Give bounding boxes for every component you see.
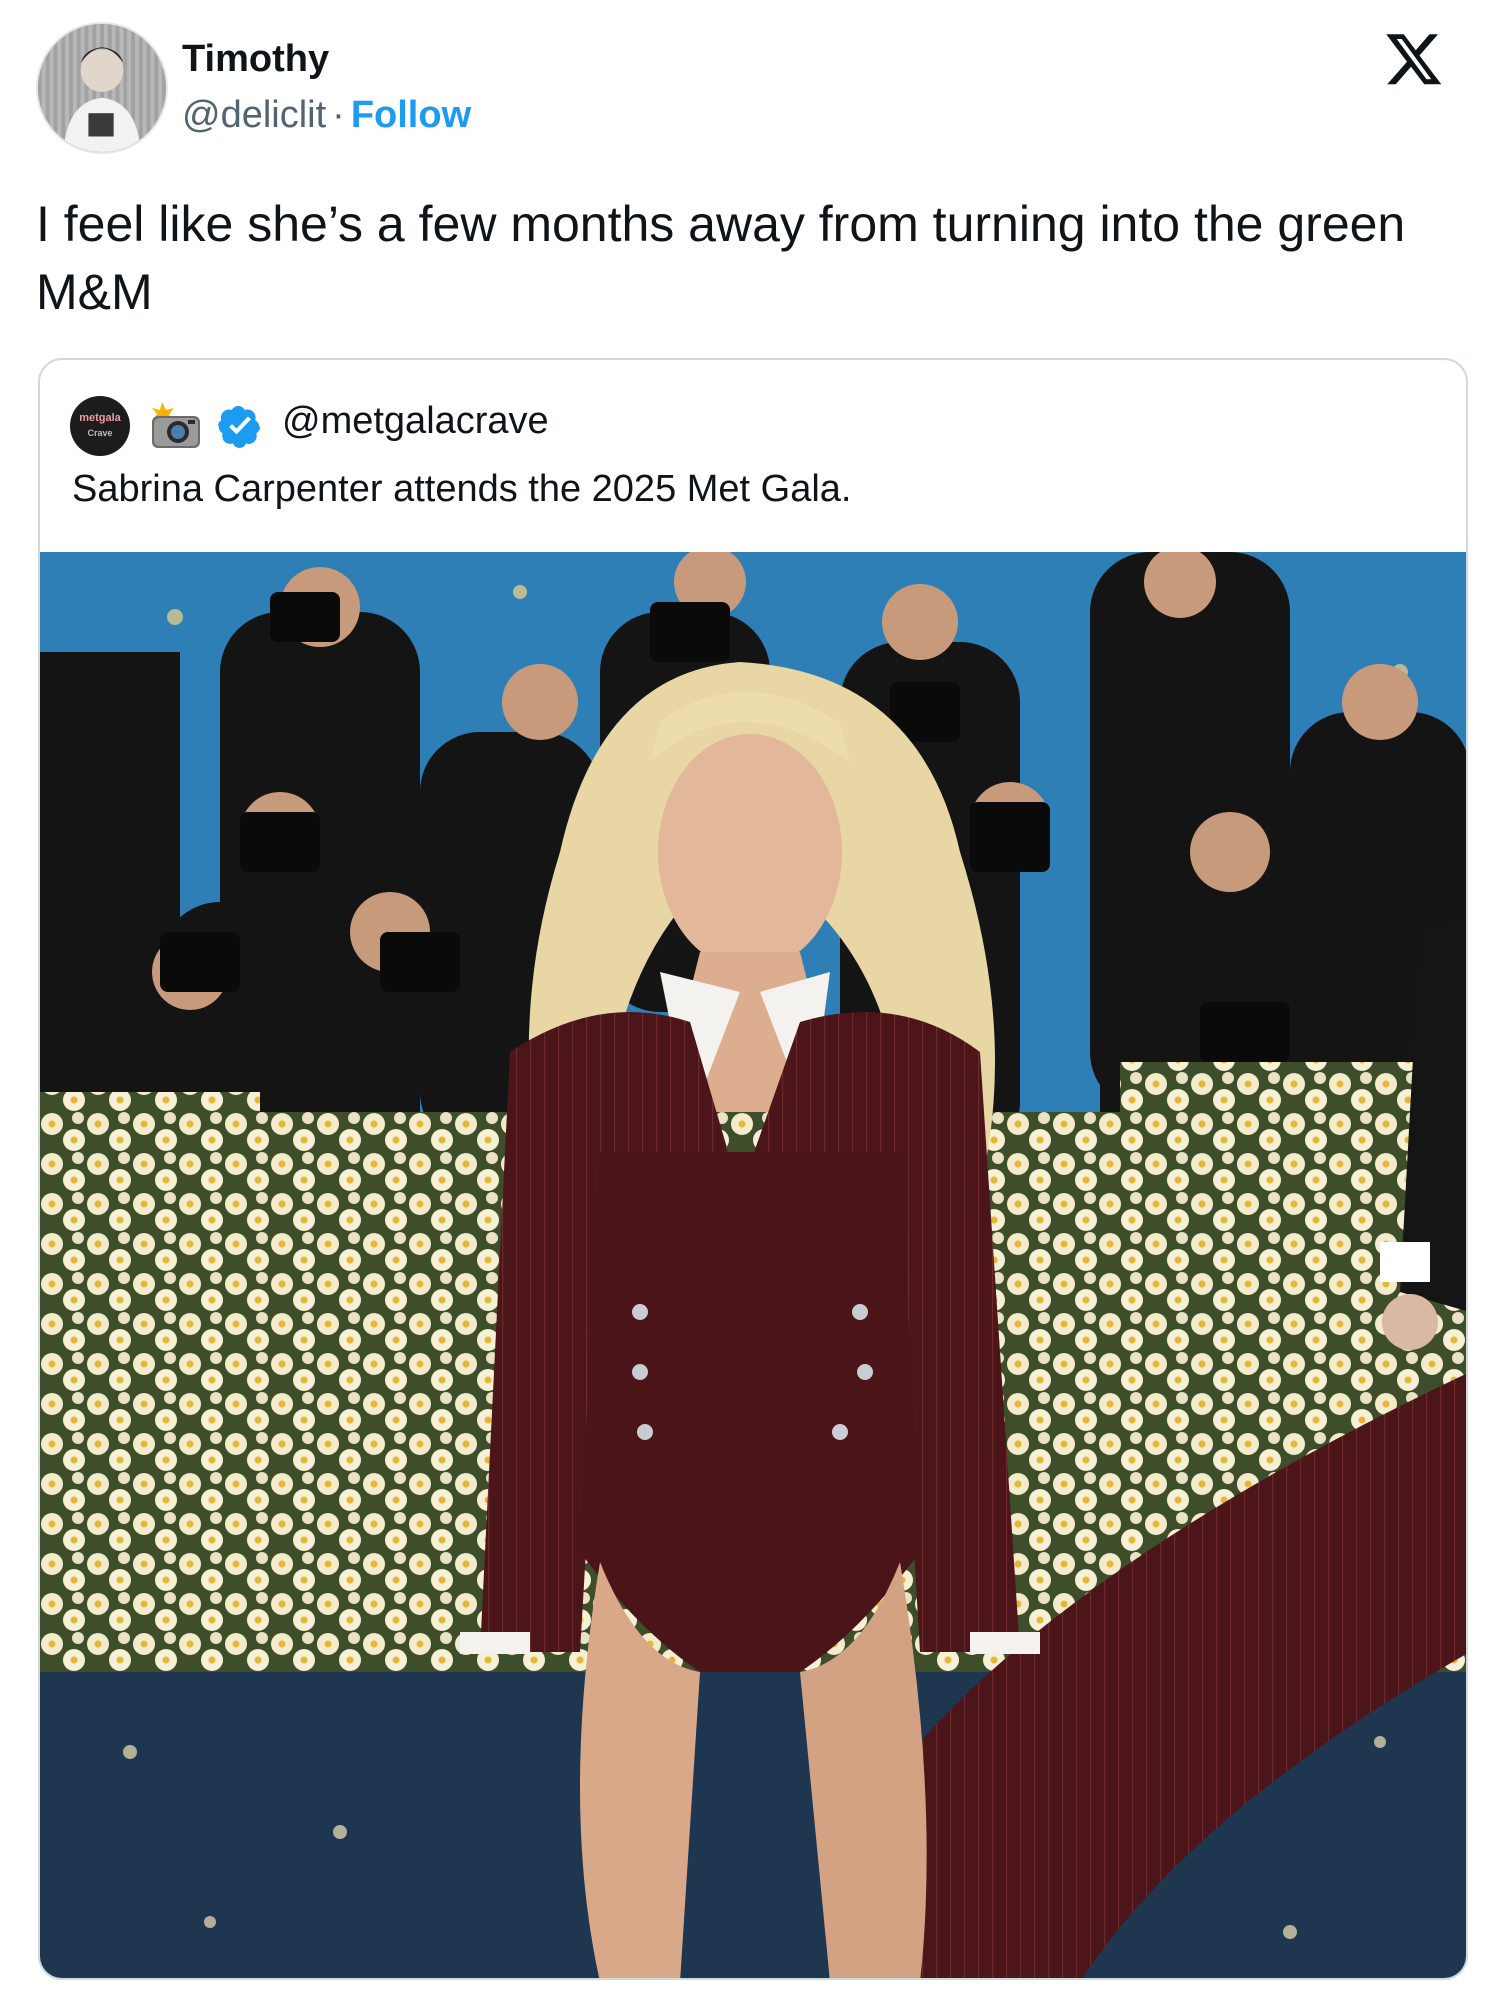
tweet-header: Timothy @deliclit · Follow [36, 22, 1464, 162]
quoted-tweet-text: Sabrina Carpenter attends the 2025 Met G… [72, 468, 852, 510]
author-handle-row: @deliclit · Follow [182, 94, 471, 137]
verified-badge-icon [218, 405, 261, 448]
avatar-image [38, 24, 166, 152]
quoted-author-handle[interactable]: @metgalacrave [282, 400, 549, 443]
avatar-label-bottom: Crave [87, 428, 113, 438]
x-logo-icon[interactable] [1384, 28, 1444, 88]
author-handle[interactable]: @deliclit [182, 94, 326, 136]
author-name[interactable]: Timothy [182, 38, 329, 81]
quoted-tweet-photo [40, 552, 1466, 1978]
quoted-tweet-card[interactable]: metgala Crave @metgalacrave Sabrina Carp… [38, 358, 1468, 1980]
follow-button[interactable]: Follow [351, 94, 471, 136]
separator-dot: · [332, 94, 345, 136]
quoted-tweet-header: metgala Crave @metgalacrave [70, 396, 1370, 456]
tweet-text: I feel like she’s a few months away from… [36, 196, 1406, 320]
quoted-author-avatar[interactable]: metgala Crave [70, 396, 130, 456]
photo-icon[interactable] [40, 552, 1466, 1978]
avatar-label-top: metgala [79, 412, 121, 424]
camera-flash-icon [152, 402, 200, 448]
author-avatar[interactable] [36, 22, 168, 154]
